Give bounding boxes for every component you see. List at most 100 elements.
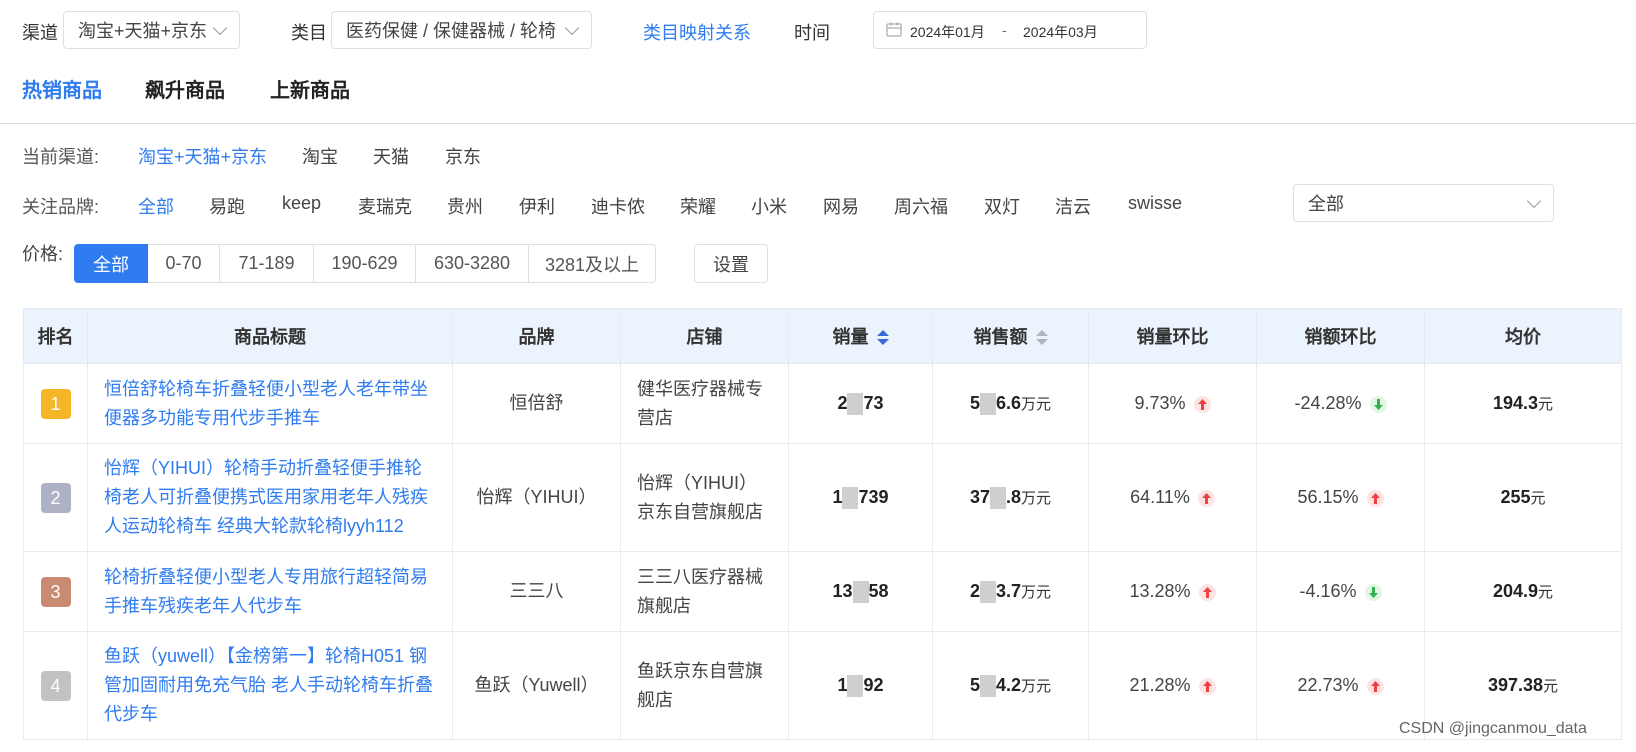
chevron-down-icon bbox=[212, 20, 228, 36]
redaction-mask bbox=[990, 486, 1006, 509]
brand-label: 关注品牌: bbox=[22, 197, 100, 217]
time-label: 时间 bbox=[794, 23, 830, 43]
avg-price-cell: 204.9元 bbox=[1424, 551, 1622, 632]
column-header-store: 店铺 bbox=[620, 308, 789, 364]
brand-option[interactable]: 洁云 bbox=[1055, 193, 1091, 219]
price-option[interactable]: 630-3280 bbox=[415, 244, 529, 283]
price-option[interactable]: 71-189 bbox=[219, 244, 314, 283]
price-option-all[interactable]: 全部 bbox=[74, 244, 148, 283]
date-start[interactable]: 2024年01月 bbox=[910, 22, 985, 42]
store-cell: 健华医疗器械专营店 bbox=[620, 363, 789, 444]
price-option[interactable]: 190-629 bbox=[313, 244, 416, 283]
channel-option-jd[interactable]: 京东 bbox=[445, 143, 481, 169]
channel-select[interactable]: 淘宝+天猫+京东 bbox=[63, 11, 240, 49]
tab-hot-products[interactable]: 热销商品 bbox=[22, 74, 102, 103]
avg-price-cell: 255元 bbox=[1424, 443, 1622, 552]
qty-mom-cell: 64.11% bbox=[1088, 443, 1257, 552]
store-cell: 三三八医疗器械旗舰店 bbox=[620, 551, 789, 632]
brand-cell: 怡辉（YIHUI） bbox=[452, 443, 621, 552]
brand-option[interactable]: 荣耀 bbox=[680, 193, 716, 219]
channel-option-taobao[interactable]: 淘宝 bbox=[302, 143, 338, 169]
channel-select-value: 淘宝+天猫+京东 bbox=[78, 21, 208, 41]
price-label: 价格: bbox=[22, 244, 64, 264]
product-title-link[interactable]: 怡辉（YIHUI）轮椅手动折叠轻便手推轮椅老人可折叠便携式医用家用老年人残疾人运… bbox=[87, 443, 453, 552]
category-label: 类目 bbox=[291, 23, 327, 43]
arrow-down-icon bbox=[1364, 583, 1382, 601]
rank-badge: 4 bbox=[40, 670, 71, 701]
brand-option[interactable]: 贵州 bbox=[447, 193, 483, 219]
brand-option[interactable]: 易跑 bbox=[209, 193, 245, 219]
arrow-up-icon bbox=[1198, 583, 1216, 601]
brand-option[interactable]: 双灯 bbox=[984, 193, 1020, 219]
sales-cell: 1 92 bbox=[788, 631, 933, 740]
redaction-mask bbox=[847, 393, 864, 416]
brand-cell: 鱼跃（Yuwell） bbox=[452, 631, 621, 740]
store-cell: 怡辉（YIHUI）京东自营旗舰店 bbox=[620, 443, 789, 552]
amt-mom-cell: -4.16% bbox=[1256, 551, 1425, 632]
qty-mom-cell: 21.28% bbox=[1088, 631, 1257, 740]
brand-option[interactable]: 迪卡侬 bbox=[591, 193, 645, 219]
sort-icon[interactable] bbox=[1035, 330, 1048, 346]
qty-mom-cell: 13.28% bbox=[1088, 551, 1257, 632]
watermark: CSDN @jingcanmou_data bbox=[1399, 720, 1587, 737]
price-range-group: 全部 0-70 71-189 190-629 630-3280 3281及以上 bbox=[74, 244, 656, 283]
amt-mom-cell: -24.28% bbox=[1256, 363, 1425, 444]
store-cell: 鱼跃京东自营旗舰店 bbox=[620, 631, 789, 740]
channel-option-all[interactable]: 淘宝+天猫+京东 bbox=[138, 143, 267, 169]
column-header-qty-mom: 销量环比 bbox=[1088, 308, 1257, 364]
table-row: 1 恒倍舒轮椅车折叠轻便小型老人老年带坐便器多功能专用代步手推车 恒倍舒 健华医疗器械… bbox=[23, 363, 1622, 444]
rank-cell: 4 bbox=[23, 631, 88, 740]
brand-option[interactable]: swisse bbox=[1128, 193, 1182, 214]
price-settings-button[interactable]: 设置 bbox=[694, 244, 768, 283]
tab-rising-products[interactable]: 飙升商品 bbox=[145, 74, 225, 103]
channel-option-tmall[interactable]: 天猫 bbox=[373, 143, 409, 169]
amount-cell: 2 3.7万元 bbox=[932, 551, 1089, 632]
sort-icon[interactable] bbox=[876, 330, 889, 346]
date-range-picker[interactable]: 2024年01月 - 2024年03月 bbox=[873, 11, 1147, 49]
column-header-amount[interactable]: 销售额 bbox=[932, 308, 1089, 364]
brand-option[interactable]: 周六福 bbox=[894, 193, 948, 219]
product-title-link[interactable]: 鱼跃（yuwell）【金榜第一】轮椅H051 钢管加固耐用免充气胎 老人手动轮椅… bbox=[87, 631, 453, 740]
brand-select[interactable]: 全部 bbox=[1293, 184, 1554, 222]
arrow-up-icon bbox=[1193, 395, 1211, 413]
brand-option[interactable]: 麦瑞克 bbox=[358, 193, 412, 219]
tabs-divider bbox=[0, 123, 1636, 124]
qty-mom-cell: 9.73% bbox=[1088, 363, 1257, 444]
column-header-sales[interactable]: 销量 bbox=[788, 308, 933, 364]
rank-badge: 3 bbox=[40, 576, 71, 607]
sales-cell: 13 58 bbox=[788, 551, 933, 632]
brand-option[interactable]: 网易 bbox=[823, 193, 859, 219]
table-row: 3 轮椅折叠轻便小型老人专用旅行超轻简易手推车残疾老年人代步车 三三八 三三八医疗器械… bbox=[23, 551, 1622, 632]
column-header-amt-mom: 销额环比 bbox=[1256, 308, 1425, 364]
redaction-mask bbox=[979, 674, 996, 697]
product-title-link[interactable]: 轮椅折叠轻便小型老人专用旅行超轻简易手推车残疾老年人代步车 bbox=[87, 551, 453, 632]
rank-badge: 1 bbox=[40, 388, 71, 419]
column-header-rank: 排名 bbox=[23, 308, 88, 364]
rank-cell: 1 bbox=[23, 363, 88, 444]
price-option[interactable]: 0-70 bbox=[147, 244, 220, 283]
column-header-brand: 品牌 bbox=[452, 308, 621, 364]
rank-cell: 3 bbox=[23, 551, 88, 632]
brand-option[interactable]: 全部 bbox=[138, 193, 174, 219]
sales-cell: 2 73 bbox=[788, 363, 933, 444]
redaction-mask bbox=[842, 487, 859, 510]
price-option[interactable]: 3281及以上 bbox=[528, 244, 656, 283]
brand-option[interactable]: keep bbox=[282, 193, 321, 214]
category-select[interactable]: 医药保健 / 保健器械 / 轮椅 bbox=[331, 11, 592, 49]
avg-price-cell: 194.3元 bbox=[1424, 363, 1622, 444]
rank-badge: 2 bbox=[40, 482, 71, 513]
product-title-link[interactable]: 恒倍舒轮椅车折叠轻便小型老人老年带坐便器多功能专用代步手推车 bbox=[87, 363, 453, 444]
arrow-up-icon bbox=[1198, 677, 1216, 695]
tab-new-products[interactable]: 上新商品 bbox=[270, 74, 350, 103]
brand-option[interactable]: 小米 bbox=[751, 193, 787, 219]
category-mapping-link[interactable]: 类目映射关系 bbox=[643, 19, 751, 45]
table-row: 2 怡辉（YIHUI）轮椅手动折叠轻便手推轮椅老人可折叠便携式医用家用老年人残疾人… bbox=[23, 443, 1622, 552]
brand-cell: 恒倍舒 bbox=[452, 363, 621, 444]
amount-cell: 5 4.2万元 bbox=[932, 631, 1089, 740]
brand-select-value: 全部 bbox=[1308, 194, 1344, 214]
brand-option[interactable]: 伊利 bbox=[519, 193, 555, 219]
date-end[interactable]: 2024年03月 bbox=[1023, 22, 1098, 42]
current-channel-label: 当前渠道: bbox=[22, 147, 100, 167]
channel-label: 渠道 bbox=[22, 23, 58, 43]
category-select-value: 医药保健 / 保健器械 / 轮椅 bbox=[346, 21, 557, 41]
